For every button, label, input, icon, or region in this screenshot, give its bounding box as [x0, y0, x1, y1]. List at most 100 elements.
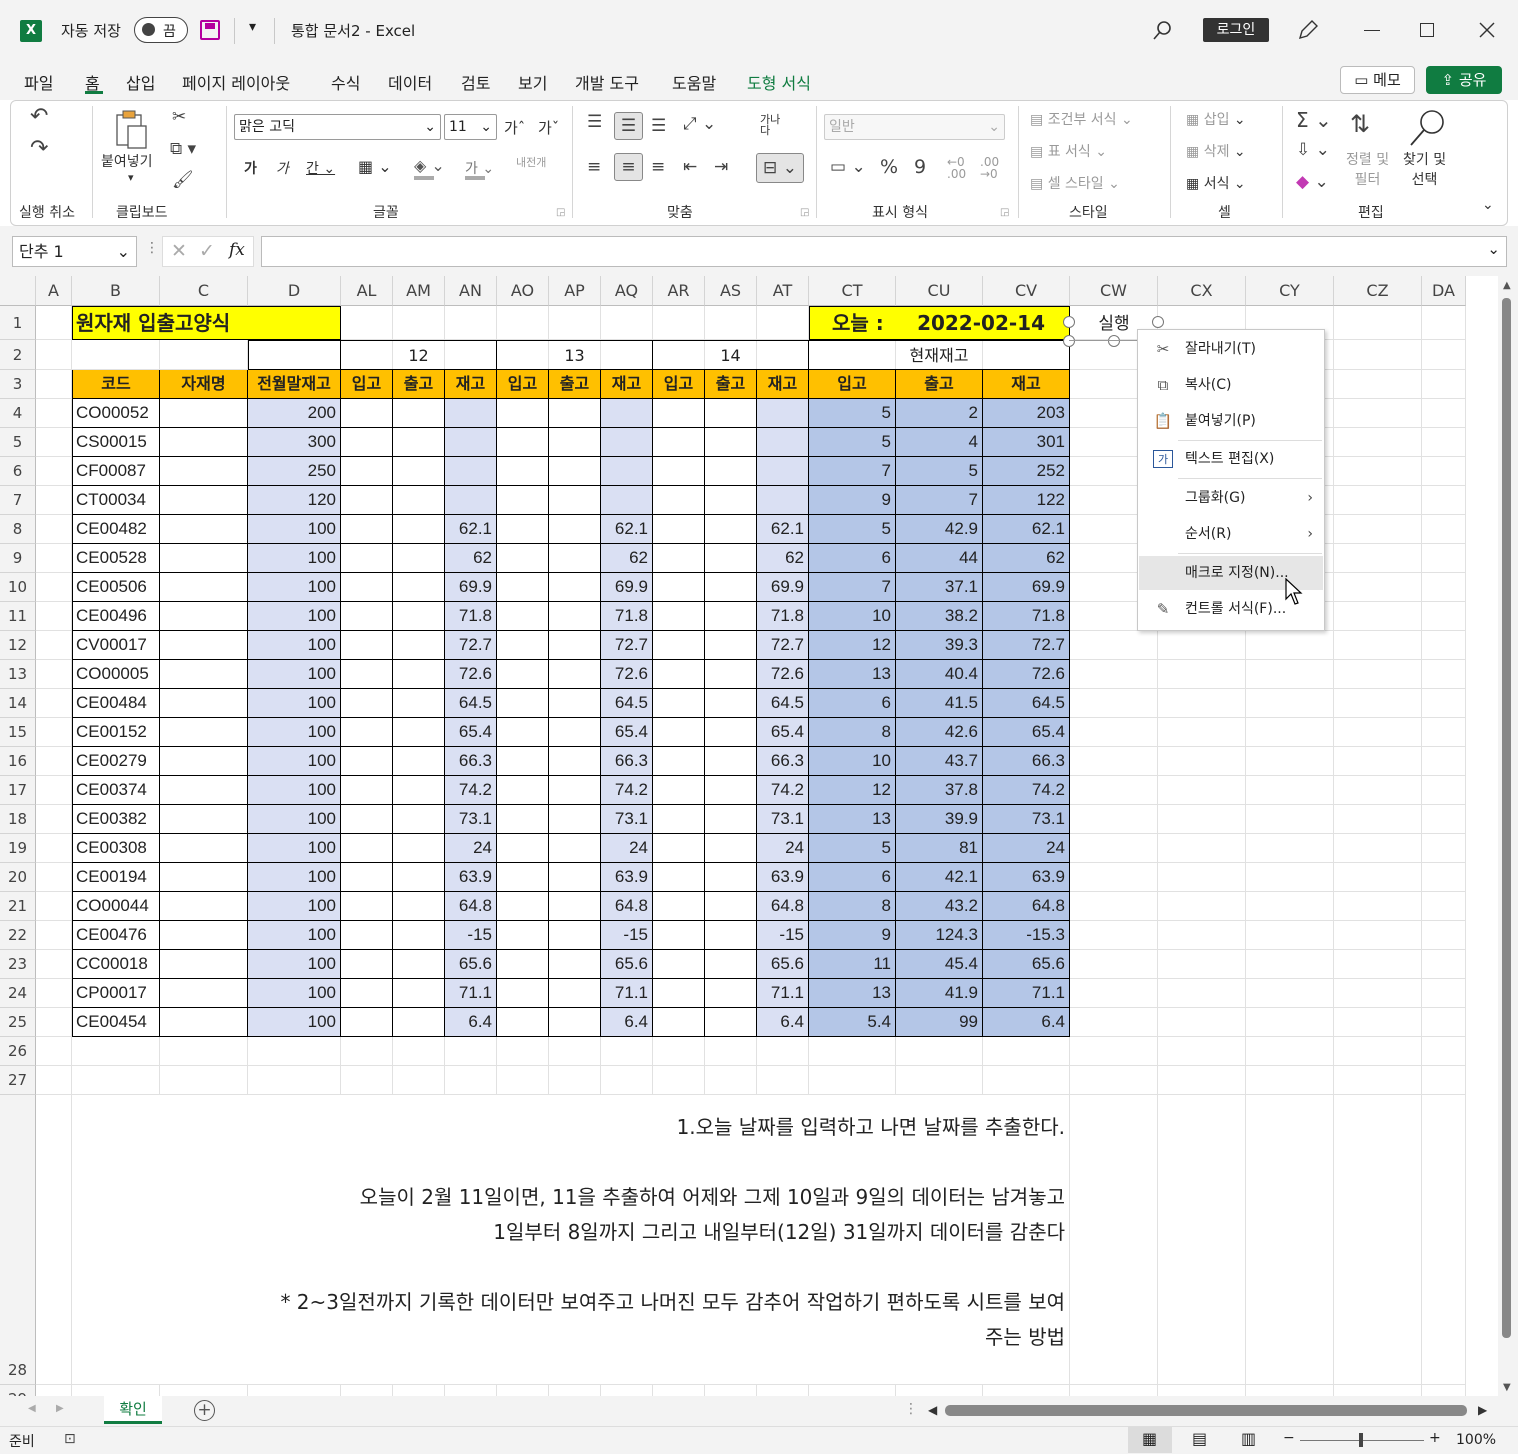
cell[interactable] — [248, 340, 341, 370]
cell[interactable] — [1422, 428, 1466, 457]
outbound-cell[interactable] — [393, 805, 445, 834]
outbound-cell[interactable] — [393, 747, 445, 776]
resize-handle[interactable] — [1063, 335, 1075, 347]
menu-item-cut[interactable]: ✂ 잘라내기(T) — [1139, 332, 1323, 366]
pen-icon[interactable] — [1296, 18, 1320, 42]
inbound-cell[interactable] — [341, 602, 393, 631]
col-header-cell[interactable]: 입고 — [497, 370, 549, 399]
cell[interactable] — [160, 1385, 248, 1396]
col-header-cell[interactable]: 입고 — [653, 370, 705, 399]
cell[interactable] — [445, 1037, 497, 1066]
column-header-D[interactable]: D — [248, 276, 341, 306]
cell[interactable] — [445, 306, 497, 340]
cell[interactable] — [1422, 834, 1466, 863]
cell[interactable] — [160, 340, 248, 370]
inbound-cell[interactable] — [653, 747, 705, 776]
cell[interactable] — [1070, 1385, 1158, 1396]
outbound-cell[interactable] — [705, 892, 757, 921]
outbound-cell[interactable] — [705, 631, 757, 660]
inbound-cell[interactable] — [497, 863, 549, 892]
tab-file[interactable]: 파일 — [24, 70, 53, 94]
inbound-cell[interactable] — [497, 602, 549, 631]
enter-icon[interactable]: ✓ — [199, 240, 215, 262]
stock-cell[interactable]: -15 — [445, 921, 497, 950]
orientation-icon[interactable]: ⤢ ⌄ — [683, 114, 716, 134]
total-stock-cell[interactable]: 71.8 — [983, 602, 1070, 631]
cell[interactable] — [1334, 921, 1422, 950]
material-name-cell[interactable] — [160, 834, 248, 863]
total-outbound-cell[interactable]: 43.7 — [896, 747, 983, 776]
total-outbound-cell[interactable]: 41.9 — [896, 979, 983, 1008]
outbound-cell[interactable] — [705, 718, 757, 747]
outbound-cell[interactable] — [549, 544, 601, 573]
row-header-27[interactable]: 27 — [0, 1066, 36, 1095]
cell[interactable] — [1070, 689, 1158, 718]
fill-color-icon[interactable]: ◈ ⌄ — [414, 156, 445, 175]
row-header-25[interactable]: 25 — [0, 1008, 36, 1037]
stock-cell[interactable] — [757, 428, 809, 457]
total-inbound-cell[interactable]: 10 — [809, 747, 896, 776]
cell[interactable] — [757, 1066, 809, 1095]
cell[interactable] — [1334, 718, 1422, 747]
cell[interactable] — [549, 1037, 601, 1066]
outbound-cell[interactable] — [549, 428, 601, 457]
cell[interactable] — [1158, 660, 1246, 689]
column-header-DA[interactable]: DA — [1422, 276, 1466, 306]
inbound-cell[interactable] — [341, 573, 393, 602]
cell[interactable] — [36, 515, 72, 544]
inbound-cell[interactable] — [341, 544, 393, 573]
cell[interactable] — [1422, 544, 1466, 573]
stock-cell[interactable]: 73.1 — [601, 805, 653, 834]
cell[interactable] — [1246, 834, 1334, 863]
stock-cell[interactable]: 24 — [757, 834, 809, 863]
login-button[interactable]: 로그인 — [1203, 18, 1269, 42]
cell[interactable] — [601, 306, 653, 340]
row-header-28[interactable]: 28 — [0, 1095, 36, 1385]
cell[interactable] — [1158, 776, 1246, 805]
cell[interactable] — [1422, 718, 1466, 747]
cell[interactable] — [1422, 1008, 1466, 1037]
col-header-cell[interactable]: 입고 — [809, 370, 896, 399]
total-stock-cell[interactable]: 64.8 — [983, 892, 1070, 921]
cell[interactable] — [1070, 718, 1158, 747]
stock-cell[interactable]: 71.1 — [601, 979, 653, 1008]
share-button[interactable]: ⇪ 공유 — [1426, 66, 1502, 94]
cell[interactable] — [1334, 892, 1422, 921]
inbound-cell[interactable] — [653, 457, 705, 486]
current-stock-header[interactable]: 현재재고 — [809, 340, 1070, 370]
prev-stock-cell[interactable]: 100 — [248, 718, 341, 747]
col-header-cell[interactable]: 출고 — [705, 370, 757, 399]
cell[interactable] — [1334, 428, 1422, 457]
outbound-cell[interactable] — [393, 863, 445, 892]
stock-cell[interactable]: 66.3 — [445, 747, 497, 776]
inbound-cell[interactable] — [653, 544, 705, 573]
cell[interactable] — [1246, 1385, 1334, 1396]
stock-cell[interactable] — [445, 399, 497, 428]
cell[interactable] — [1334, 399, 1422, 428]
cell[interactable] — [1422, 776, 1466, 805]
outbound-cell[interactable] — [705, 486, 757, 515]
row-header-11[interactable]: 11 — [0, 602, 36, 631]
total-stock-cell[interactable]: 72.6 — [983, 660, 1070, 689]
row-header-9[interactable]: 9 — [0, 544, 36, 573]
material-name-cell[interactable] — [160, 718, 248, 747]
cell[interactable] — [248, 1037, 341, 1066]
inbound-cell[interactable] — [497, 544, 549, 573]
column-header-B[interactable]: B — [72, 276, 160, 306]
page-layout-view-icon[interactable]: ▤ — [1192, 1429, 1207, 1448]
cell[interactable] — [1422, 950, 1466, 979]
stock-cell[interactable]: 64.8 — [445, 892, 497, 921]
cell[interactable] — [36, 950, 72, 979]
prev-stock-cell[interactable]: 100 — [248, 979, 341, 1008]
cell[interactable] — [36, 1095, 72, 1385]
inbound-cell[interactable] — [497, 747, 549, 776]
inbound-cell[interactable] — [497, 834, 549, 863]
cell[interactable] — [1334, 979, 1422, 1008]
outbound-cell[interactable] — [705, 747, 757, 776]
row-header-26[interactable]: 26 — [0, 1037, 36, 1066]
cell[interactable] — [36, 306, 72, 340]
stock-cell[interactable] — [445, 428, 497, 457]
total-inbound-cell[interactable]: 7 — [809, 457, 896, 486]
outbound-cell[interactable] — [393, 631, 445, 660]
italic-icon[interactable]: 가 — [276, 158, 289, 178]
